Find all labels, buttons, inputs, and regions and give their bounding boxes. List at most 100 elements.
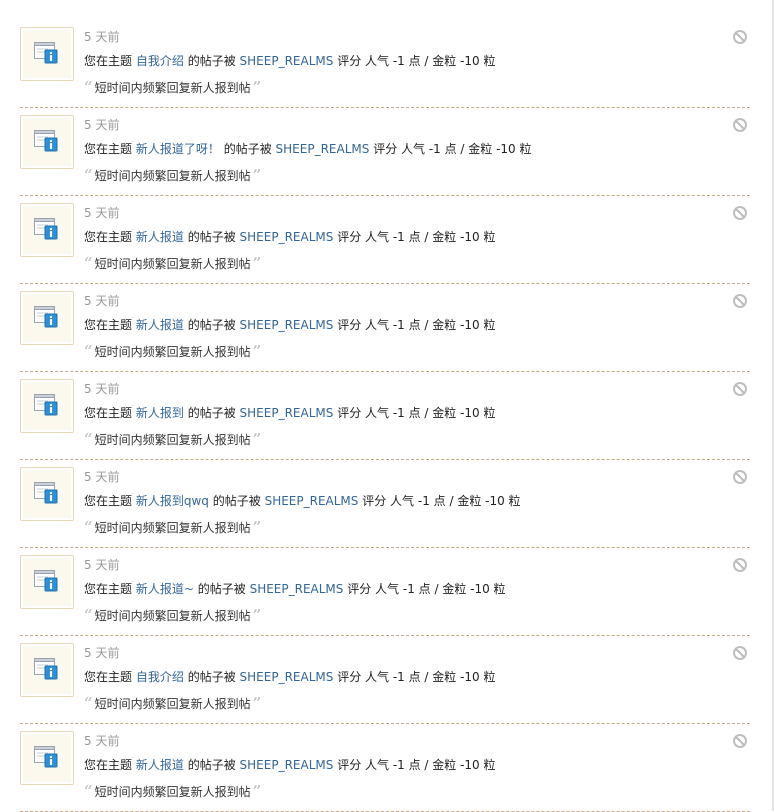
rate-reason: “短时间内频繁回复新人报到帖”	[84, 342, 261, 360]
note-action: 评分 人气 -1 点 / 金粒 -10 粒	[347, 582, 506, 596]
ban-icon[interactable]	[732, 117, 748, 133]
notification-time: 5 天前	[84, 646, 120, 660]
ban-icon[interactable]	[732, 645, 748, 661]
reason-text: 短时间内频繁回复新人报到帖	[94, 433, 251, 447]
rate-reason: “短时间内频繁回复新人报到帖”	[84, 254, 261, 272]
thread-link[interactable]: 新人报道	[136, 230, 184, 244]
open-quote-icon: “	[84, 606, 93, 624]
notification-item: 5 天前 您在主题 新人报道了呀！ 的帖子被 SHEEP_REALMS 评分 人…	[20, 108, 750, 196]
note-mid: 的帖子被	[187, 230, 236, 244]
user-link[interactable]: SHEEP_REALMS	[240, 230, 334, 244]
user-link[interactable]: SHEEP_REALMS	[276, 142, 370, 156]
system-notice-icon	[20, 643, 74, 697]
note-action: 评分 人气 -1 点 / 金粒 -10 粒	[362, 494, 521, 508]
note-prefix: 您在主题	[84, 230, 133, 244]
note-action: 评分 人气 -1 点 / 金粒 -10 粒	[337, 318, 496, 332]
user-link[interactable]: SHEEP_REALMS	[240, 406, 334, 420]
open-quote-icon: “	[84, 166, 93, 184]
user-link[interactable]: SHEEP_REALMS	[250, 582, 344, 596]
rate-reason: “短时间内频繁回复新人报到帖”	[84, 430, 261, 448]
close-quote-icon: ”	[252, 342, 262, 360]
reason-text: 短时间内频繁回复新人报到帖	[94, 81, 251, 95]
note-mid: 的帖子被	[212, 494, 261, 508]
notification-time: 5 天前	[84, 558, 120, 572]
notification-text: 您在主题 新人报到qwq 的帖子被 SHEEP_REALMS 评分 人气 -1 …	[84, 492, 521, 509]
close-quote-icon: ”	[252, 606, 262, 624]
notification-text: 您在主题 新人报道 的帖子被 SHEEP_REALMS 评分 人气 -1 点 /…	[84, 756, 496, 773]
ban-icon[interactable]	[732, 733, 748, 749]
notification-time: 5 天前	[84, 382, 120, 396]
reason-text: 短时间内频繁回复新人报到帖	[94, 345, 251, 359]
close-quote-icon: ”	[252, 694, 262, 712]
ban-icon[interactable]	[732, 205, 748, 221]
user-link[interactable]: SHEEP_REALMS	[240, 318, 334, 332]
close-quote-icon: ”	[252, 430, 262, 448]
close-quote-icon: ”	[252, 518, 262, 536]
reason-text: 短时间内频繁回复新人报到帖	[94, 609, 251, 623]
rate-reason: “短时间内频繁回复新人报到帖”	[84, 166, 261, 184]
notification-item: 5 天前 您在主题 自我介绍 的帖子被 SHEEP_REALMS 评分 人气 -…	[20, 20, 750, 108]
open-quote-icon: “	[84, 518, 93, 536]
user-link[interactable]: SHEEP_REALMS	[240, 670, 334, 684]
notification-text: 您在主题 新人报道 的帖子被 SHEEP_REALMS 评分 人气 -1 点 /…	[84, 316, 496, 333]
notification-item: 5 天前 您在主题 自我介绍 的帖子被 SHEEP_REALMS 评分 人气 -…	[20, 636, 750, 724]
note-mid: 的帖子被	[187, 406, 236, 420]
system-notice-icon	[20, 379, 74, 433]
note-prefix: 您在主题	[84, 142, 133, 156]
ban-icon[interactable]	[732, 381, 748, 397]
close-quote-icon: ”	[252, 166, 262, 184]
ban-icon[interactable]	[732, 469, 748, 485]
notification-time: 5 天前	[84, 206, 120, 220]
rate-reason: “短时间内频繁回复新人报到帖”	[84, 782, 261, 800]
reason-text: 短时间内频繁回复新人报到帖	[94, 257, 251, 271]
notification-time: 5 天前	[84, 118, 120, 132]
system-notice-icon	[20, 291, 74, 345]
note-action: 评分 人气 -1 点 / 金粒 -10 粒	[337, 230, 496, 244]
note-action: 评分 人气 -1 点 / 金粒 -10 粒	[337, 406, 496, 420]
open-quote-icon: “	[84, 342, 93, 360]
thread-link[interactable]: 自我介绍	[136, 54, 184, 68]
note-mid: 的帖子被	[187, 54, 236, 68]
reason-text: 短时间内频繁回复新人报到帖	[94, 521, 251, 535]
system-notice-icon	[20, 467, 74, 521]
note-action: 评分 人气 -1 点 / 金粒 -10 粒	[373, 142, 532, 156]
user-link[interactable]: SHEEP_REALMS	[240, 758, 334, 772]
note-prefix: 您在主题	[84, 494, 133, 508]
note-prefix: 您在主题	[84, 406, 133, 420]
note-prefix: 您在主题	[84, 670, 133, 684]
close-quote-icon: ”	[252, 254, 262, 272]
ban-icon[interactable]	[732, 293, 748, 309]
reason-text: 短时间内频繁回复新人报到帖	[94, 785, 251, 799]
notification-item: 5 天前 您在主题 新人报到qwq 的帖子被 SHEEP_REALMS 评分 人…	[20, 460, 750, 548]
rate-reason: “短时间内频繁回复新人报到帖”	[84, 606, 261, 624]
notification-text: 您在主题 新人报道了呀！ 的帖子被 SHEEP_REALMS 评分 人气 -1 …	[84, 140, 532, 157]
notification-text: 您在主题 新人报道 的帖子被 SHEEP_REALMS 评分 人气 -1 点 /…	[84, 228, 496, 245]
close-quote-icon: ”	[252, 78, 262, 96]
rate-reason: “短时间内频繁回复新人报到帖”	[84, 78, 261, 96]
note-mid: 的帖子被	[187, 670, 236, 684]
thread-link[interactable]: 新人报到	[136, 406, 184, 420]
rate-reason: “短时间内频繁回复新人报到帖”	[84, 518, 261, 536]
notification-time: 5 天前	[84, 30, 120, 44]
user-link[interactable]: SHEEP_REALMS	[265, 494, 359, 508]
thread-link[interactable]: 新人报道了呀！	[136, 142, 220, 156]
open-quote-icon: “	[84, 78, 93, 96]
system-notice-icon	[20, 27, 74, 81]
ban-icon[interactable]	[732, 29, 748, 45]
thread-link[interactable]: 新人报道	[136, 758, 184, 772]
notification-time: 5 天前	[84, 470, 120, 484]
ban-icon[interactable]	[732, 557, 748, 573]
reason-text: 短时间内频繁回复新人报到帖	[94, 169, 251, 183]
note-prefix: 您在主题	[84, 54, 133, 68]
note-prefix: 您在主题	[84, 318, 133, 332]
thread-link[interactable]: 新人报道~	[136, 582, 194, 596]
open-quote-icon: “	[84, 254, 93, 272]
notification-item: 5 天前 您在主题 新人报道 的帖子被 SHEEP_REALMS 评分 人气 -…	[20, 284, 750, 372]
thread-link[interactable]: 新人报道	[136, 318, 184, 332]
user-link[interactable]: SHEEP_REALMS	[240, 54, 334, 68]
system-notice-icon	[20, 555, 74, 609]
thread-link[interactable]: 新人报到qwq	[136, 494, 209, 508]
note-action: 评分 人气 -1 点 / 金粒 -10 粒	[337, 670, 496, 684]
reason-text: 短时间内频繁回复新人报到帖	[94, 697, 251, 711]
thread-link[interactable]: 自我介绍	[136, 670, 184, 684]
